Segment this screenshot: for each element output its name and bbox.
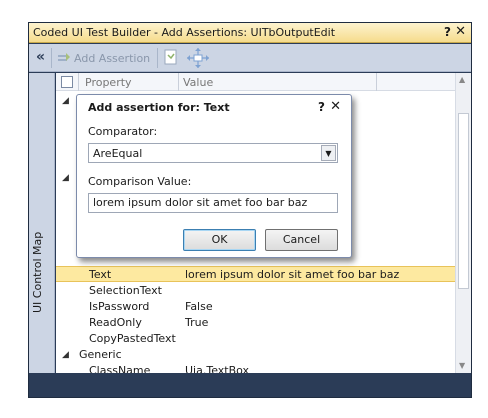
- table-row[interactable]: CopyPastedText: [56, 331, 455, 347]
- property-name: Text: [89, 268, 112, 281]
- column-header-property[interactable]: Property: [85, 76, 132, 89]
- expand-collapse-icon[interactable]: ◢: [62, 173, 69, 183]
- ui-control-map-label: UI Control Map: [31, 231, 44, 313]
- expand-collapse-icon[interactable]: ◢: [62, 347, 69, 363]
- add-assertion-label: Add Assertion: [74, 52, 151, 65]
- scroll-thumb[interactable]: [458, 113, 469, 289]
- table-row[interactable]: SelectionText: [56, 283, 455, 299]
- generate-code-icon[interactable]: [163, 49, 179, 68]
- property-name: CopyPastedText: [89, 332, 176, 345]
- category-name: Generic: [79, 348, 122, 361]
- dialog-close-button[interactable]: ✕: [330, 99, 341, 114]
- property-name: ClassName: [89, 364, 151, 373]
- categorized-view-icon[interactable]: [61, 76, 73, 88]
- dialog-help-button[interactable]: ?: [318, 100, 325, 114]
- comparison-value-input[interactable]: lorem ipsum dolor sit amet foo bar baz: [88, 193, 338, 213]
- column-separator: [78, 73, 79, 91]
- property-value: True: [185, 316, 209, 329]
- help-button[interactable]: ?: [444, 25, 451, 39]
- table-row[interactable]: ReadOnly True: [56, 315, 455, 331]
- add-assertion-button[interactable]: Add Assertion: [57, 51, 150, 65]
- table-row[interactable]: ClassName Uia.TextBox: [56, 363, 455, 373]
- add-assertion-dialog: Add assertion for: Text ? ✕ Comparator: …: [76, 94, 352, 258]
- table-row[interactable]: Text lorem ipsum dolor sit amet foo bar …: [56, 266, 455, 282]
- status-bar: [29, 373, 471, 397]
- toolbar: « Add Assertion: [29, 44, 471, 72]
- collapse-button[interactable]: «: [36, 49, 45, 65]
- ok-button[interactable]: OK: [183, 229, 256, 251]
- property-name: IsPassword: [89, 300, 150, 313]
- comparator-label: Comparator:: [88, 125, 158, 138]
- comparator-value: AreEqual: [93, 147, 143, 160]
- property-name: ReadOnly: [89, 316, 142, 329]
- toolbar-separator: [51, 48, 52, 68]
- property-name: SelectionText: [89, 284, 162, 297]
- category-row[interactable]: ◢ Generic: [56, 347, 455, 363]
- vertical-scrollbar[interactable]: ▲ ▼: [455, 73, 471, 373]
- comparison-value-label: Comparison Value:: [88, 175, 192, 188]
- cancel-button[interactable]: Cancel: [265, 229, 338, 251]
- property-value: False: [185, 300, 213, 313]
- comparator-select[interactable]: AreEqual ▼: [88, 143, 338, 163]
- add-assertion-icon: [58, 53, 70, 61]
- property-value: lorem ipsum dolor sit amet foo bar baz: [185, 268, 400, 281]
- chevron-down-icon[interactable]: ▼: [321, 145, 336, 161]
- toolbar-separator: [157, 48, 158, 68]
- move-crosshair-icon[interactable]: [185, 47, 211, 72]
- title-bar[interactable]: Coded UI Test Builder - Add Assertions: …: [29, 23, 471, 43]
- grid-header: Property Value: [56, 73, 455, 91]
- column-separator[interactable]: [376, 73, 377, 91]
- property-value: Uia.TextBox: [185, 364, 250, 373]
- column-separator[interactable]: [178, 73, 179, 91]
- window-title: Coded UI Test Builder - Add Assertions: …: [33, 26, 336, 39]
- table-row[interactable]: IsPassword False: [56, 299, 455, 315]
- expand-collapse-icon[interactable]: ◢: [62, 96, 69, 106]
- scroll-up-icon[interactable]: ▲: [459, 75, 465, 84]
- close-button[interactable]: ✕: [455, 24, 466, 39]
- scroll-down-icon[interactable]: ▼: [459, 361, 465, 370]
- dialog-title: Add assertion for: Text: [88, 101, 230, 114]
- ui-control-map-sidebar[interactable]: UI Control Map: [29, 73, 55, 373]
- column-header-value[interactable]: Value: [183, 76, 213, 89]
